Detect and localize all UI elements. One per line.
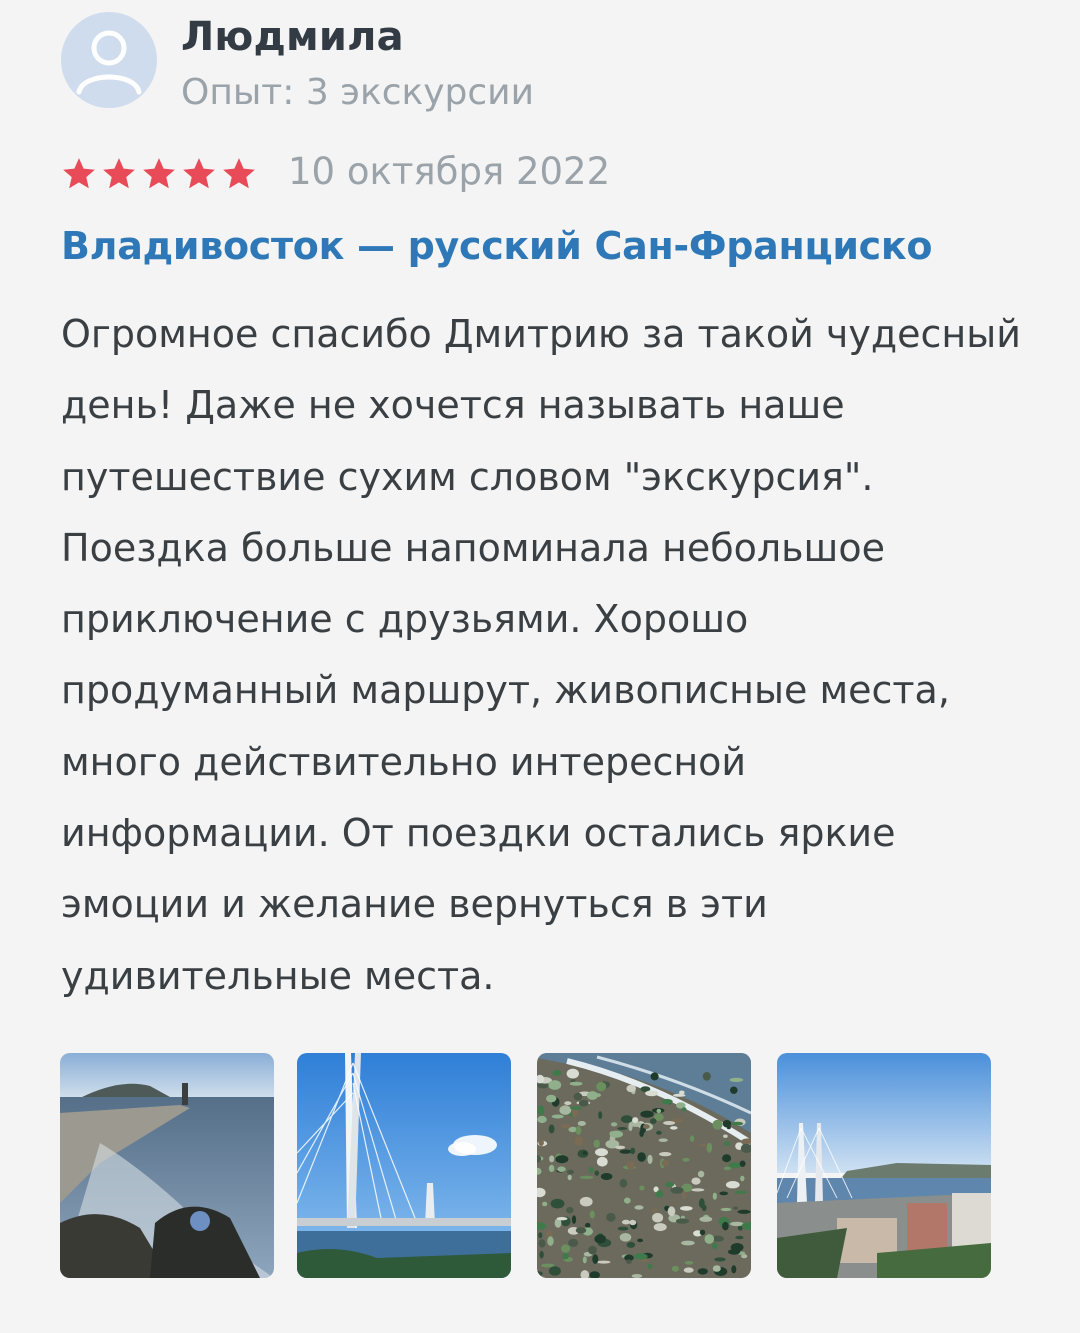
star-icon <box>183 158 215 189</box>
star-icon <box>63 158 95 189</box>
photo-glass-beach[interactable] <box>537 1053 751 1278</box>
author-experience: Опыт: 3 экскурсии <box>181 72 534 113</box>
author-name[interactable]: Людмила <box>181 14 404 60</box>
review-text: Огромное спасибо Дмитрию за такой чудесн… <box>61 312 1021 998</box>
photo-russky-bridge[interactable] <box>297 1053 511 1278</box>
star-icon <box>223 158 255 189</box>
user-avatar-icon <box>76 30 142 95</box>
avatar[interactable] <box>61 12 157 108</box>
rating-stars <box>60 155 258 195</box>
review-date: 10 октября 2022 <box>288 150 611 193</box>
photo-causeway-lighthouse[interactable] <box>60 1053 274 1278</box>
star-icon <box>103 158 135 189</box>
photo-golden-bridge-city[interactable] <box>777 1053 991 1278</box>
review-title[interactable]: Владивосток — русский Сан-Франциско <box>61 224 932 268</box>
star-icon <box>143 158 175 189</box>
